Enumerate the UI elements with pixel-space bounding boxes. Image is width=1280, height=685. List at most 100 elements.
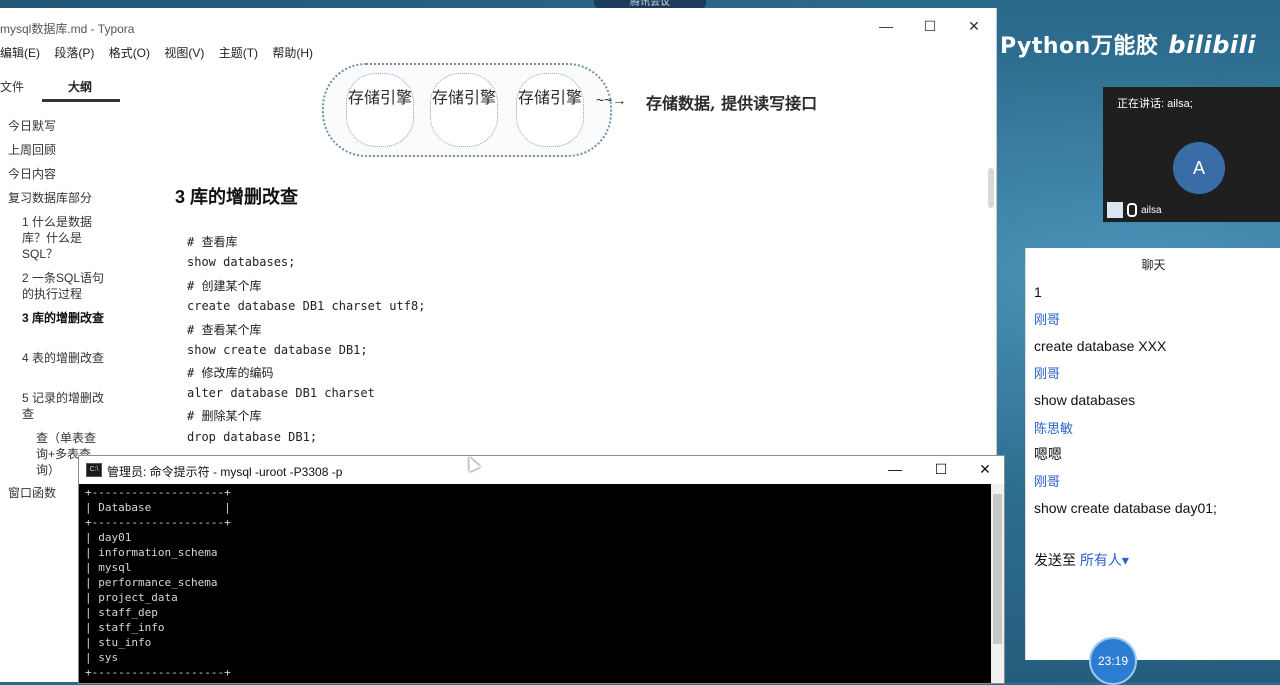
code-line: alter database DB1 charset	[187, 386, 375, 400]
meeting-tab[interactable]: 腾讯会议	[594, 0, 706, 8]
speaking-indicator: 正在讲话: ailsa;	[1117, 98, 1193, 110]
participant-name: ailsa	[1141, 204, 1162, 216]
window-title: mysql数据库.md - Typora	[0, 22, 135, 36]
database-name: staff_dep	[98, 606, 158, 619]
close-button[interactable]: ✕	[964, 18, 984, 35]
minimize-button[interactable]: —	[876, 18, 896, 34]
chat-title: 聊天	[1141, 258, 1166, 272]
outline-item[interactable]: 今日默写	[8, 118, 56, 134]
cmd-title: 管理员: 命令提示符 - mysql -uroot -P3308 -p	[107, 465, 343, 479]
column-header: Database	[98, 501, 152, 514]
code-line: drop database DB1;	[187, 430, 318, 444]
chat-message: 嗯嗯	[1034, 446, 1062, 462]
dropdown-icon[interactable]: ▾	[1122, 552, 1129, 568]
database-name: mysql	[98, 561, 132, 574]
outline-item[interactable]: 复习数据库部分	[8, 190, 92, 206]
meeting-timer[interactable]: 23:19	[1089, 637, 1137, 685]
avatar: A	[1173, 142, 1225, 194]
outline-item[interactable]: 2 一条SQL语句的执行过程	[22, 270, 106, 302]
code-line: show create database DB1;	[187, 343, 368, 357]
table-row: | stu_info	[85, 636, 152, 649]
database-name: stu_info	[98, 636, 152, 649]
outline-item[interactable]: 今日内容	[8, 166, 56, 182]
code-line: create database DB1 charset utf8;	[187, 299, 426, 313]
outline-item[interactable]: 5 记录的增删改查	[22, 390, 106, 422]
chat-message: show create database day01;	[1034, 500, 1217, 516]
table-row: | performance_schema	[85, 576, 218, 589]
database-name: performance_schema	[98, 576, 218, 589]
table-border: +--------------------+	[85, 486, 231, 499]
menu-format[interactable]: 格式(O)	[109, 46, 150, 60]
chat-sender[interactable]: 刚哥	[1034, 363, 1060, 382]
send-to-selector[interactable]: 发送至 所有人▾	[1034, 550, 1129, 570]
close-button[interactable]: ✕	[975, 461, 995, 478]
watermark-logo: Python万能胶 bilibili	[1000, 28, 1256, 60]
tab-files[interactable]: 文件	[0, 78, 24, 95]
arrow-icon: ~~→	[596, 92, 627, 108]
table-header-row: | Database |	[85, 501, 231, 514]
code-line: # 查看某个库	[187, 323, 262, 337]
code-line: # 查看库	[187, 235, 238, 249]
table-row: | mysql	[85, 561, 132, 574]
title-bar[interactable]: mysql数据库.md - Typora — ☐ ✕	[0, 8, 996, 44]
database-name: sys	[98, 651, 119, 664]
bilibili-logo: bilibili	[1168, 31, 1257, 59]
database-name: day01	[98, 531, 132, 544]
outline-item[interactable]: 1 什么是数据库？什么是SQL？	[22, 214, 106, 262]
table-row: | sys	[85, 651, 119, 664]
tab-outline[interactable]: 大纲	[68, 78, 92, 95]
outline-item-active[interactable]: 3 库的增删改查	[22, 310, 106, 326]
maximize-button[interactable]: ☐	[920, 18, 940, 35]
code-line: # 修改库的编码	[187, 366, 274, 380]
table-row: | staff_dep	[85, 606, 158, 619]
active-tab-indicator	[42, 99, 120, 102]
chat-panel: 聊天 1 刚哥 create database XXX 刚哥 show data…	[1025, 248, 1280, 660]
database-name: project_data	[98, 591, 178, 604]
minimize-button[interactable]: —	[885, 461, 905, 477]
menu-paragraph[interactable]: 段落(P)	[54, 46, 94, 60]
editor-scrollbar[interactable]	[988, 168, 994, 208]
engine-bubble: 存储引擎	[430, 73, 498, 147]
terminal-output[interactable]: +--------------------+ | Database | +---…	[79, 484, 991, 683]
table-border: +--------------------+	[85, 666, 231, 679]
table-row: | project_data	[85, 591, 178, 604]
database-name: information_schema	[98, 546, 218, 559]
watermark-text: Python万能胶	[1000, 34, 1159, 59]
send-to-target[interactable]: 所有人	[1080, 552, 1122, 568]
engine-bubble: 存储引擎	[346, 73, 414, 147]
menu-bar: 编辑(E) 段落(P) 格式(O) 视图(V) 主题(T) 帮助(H)	[0, 44, 324, 62]
chat-sender[interactable]: 刚哥	[1034, 309, 1060, 328]
table-row: | day01	[85, 531, 132, 544]
menu-help[interactable]: 帮助(H)	[272, 46, 313, 60]
user-icon	[1107, 202, 1123, 218]
table-row: | information_schema	[85, 546, 218, 559]
chat-message: show databases	[1034, 392, 1136, 408]
cmd-scrollbar[interactable]	[991, 484, 1004, 683]
cmd-title-bar[interactable]: C:\ 管理员: 命令提示符 - mysql -uroot -P3308 -p …	[79, 456, 1004, 484]
outline-item[interactable]: 上周回顾	[8, 142, 56, 158]
engine-bubble: 存储引擎	[516, 73, 584, 147]
outline-item[interactable]: 4 表的增删改查	[22, 350, 106, 366]
microphone-icon[interactable]	[1127, 203, 1137, 217]
outline-item[interactable]: 窗口函数	[8, 485, 56, 501]
chat-sender[interactable]: 陈思敏	[1034, 418, 1073, 437]
terminal-icon: C:\	[86, 463, 102, 477]
code-line: # 创建某个库	[187, 279, 262, 293]
maximize-button[interactable]: ☐	[931, 461, 951, 478]
database-name: staff_info	[98, 621, 165, 634]
menu-edit[interactable]: 编辑(E)	[0, 46, 40, 60]
video-tile[interactable]: 正在讲话: ailsa; A ailsa	[1103, 87, 1280, 222]
table-row: | staff_info	[85, 621, 165, 634]
chat-message: create database XXX	[1034, 338, 1167, 354]
code-line: # 删除某个库	[187, 409, 262, 423]
scrollbar-thumb[interactable]	[993, 494, 1002, 644]
command-prompt-window: C:\ 管理员: 命令提示符 - mysql -uroot -P3308 -p …	[78, 455, 1005, 684]
menu-theme[interactable]: 主题(T)	[219, 46, 258, 60]
table-border: +--------------------+	[85, 516, 231, 529]
menu-view[interactable]: 视图(V)	[164, 46, 204, 60]
storage-engine-diagram: 存储引擎 存储引擎 存储引擎	[322, 63, 612, 157]
chat-sender[interactable]: 刚哥	[1034, 471, 1060, 490]
code-line: show databases;	[187, 255, 296, 269]
section-heading: 3 库的增删改查	[175, 187, 299, 207]
diagram-note: 存储数据, 提供读写接口	[646, 94, 818, 113]
